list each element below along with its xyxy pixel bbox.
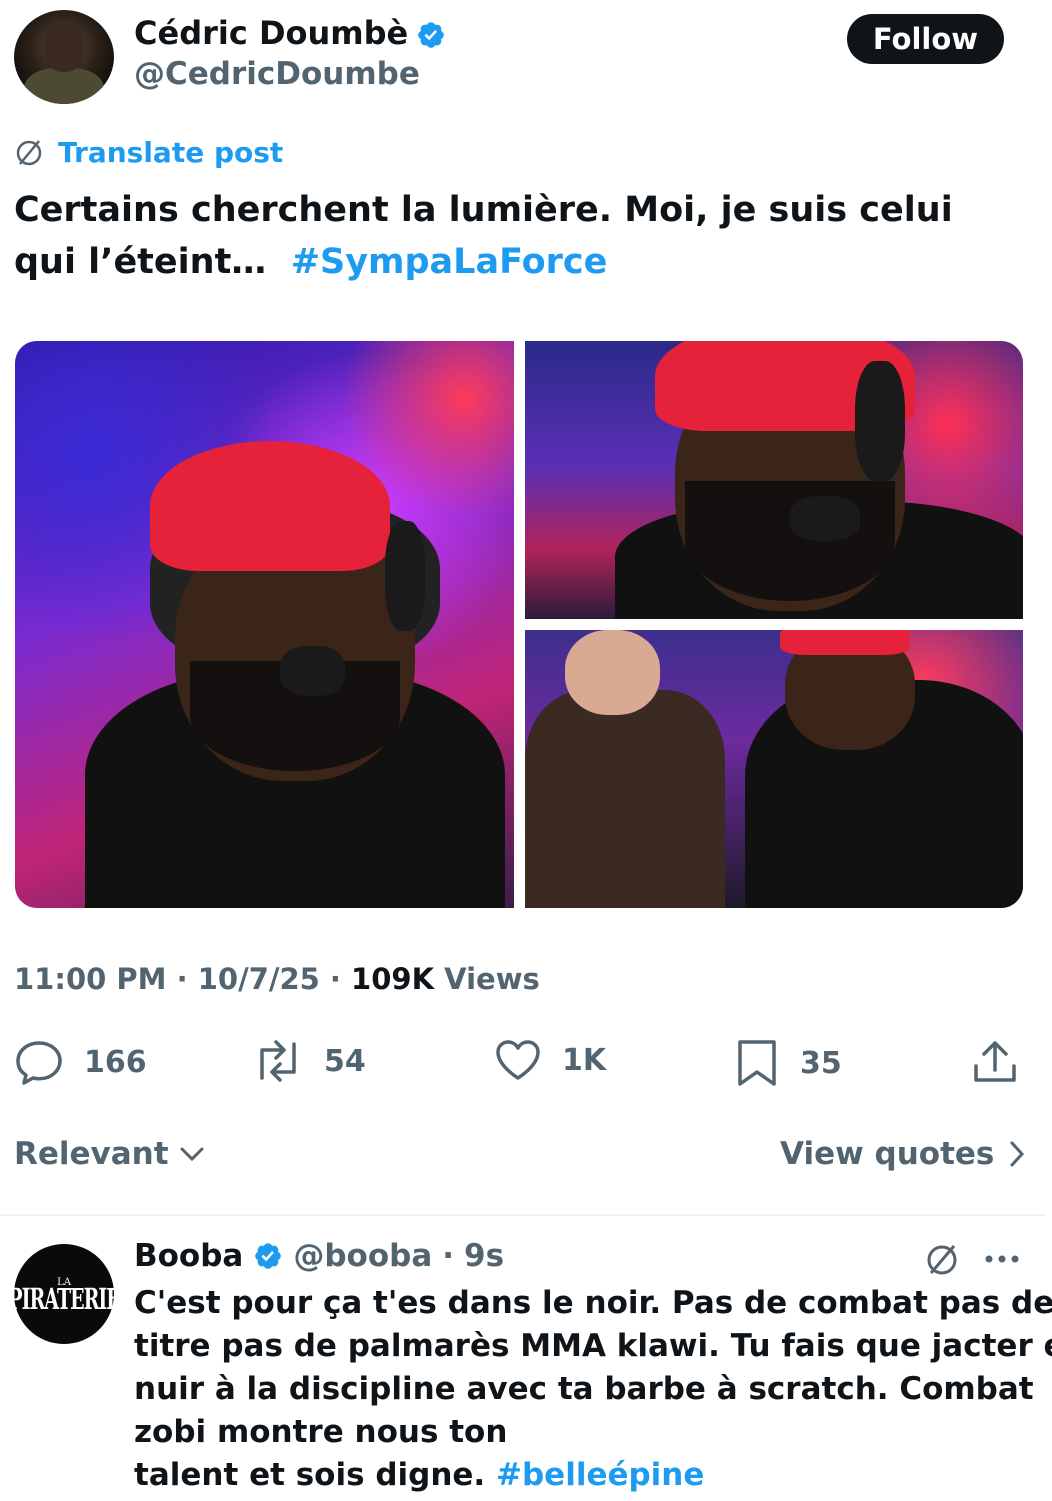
replies-sort-label[interactable]: Relevant xyxy=(14,1136,169,1172)
translate-icon xyxy=(16,139,42,165)
like-count: 1K xyxy=(562,1042,607,1078)
reply-line: talent et sois digne. xyxy=(134,1457,486,1493)
reply-hashtag-link[interactable]: #belleépine xyxy=(496,1457,704,1493)
bookmark-button[interactable]: 35 xyxy=(734,1038,842,1088)
author-avatar[interactable] xyxy=(14,10,114,104)
reply-count: 166 xyxy=(84,1044,147,1080)
repost-button[interactable]: 54 xyxy=(252,1038,366,1084)
like-button[interactable]: 1K xyxy=(494,1038,606,1082)
post-views-count: 109K xyxy=(351,962,435,996)
reply-line: C'est pour ça t'es dans le noir. Pas de … xyxy=(134,1285,1052,1321)
reply-line: zobi montre nous ton xyxy=(134,1414,508,1450)
verified-badge-icon xyxy=(255,1243,282,1269)
post-image-2[interactable] xyxy=(525,341,1023,619)
post-hashtag-link[interactable]: #SympaLaForce xyxy=(291,242,608,282)
reply-line-last: talent et sois digne. #belleépine xyxy=(134,1454,1024,1497)
post-date[interactable]: 10/7/25 xyxy=(198,962,320,996)
repost-icon xyxy=(260,1040,296,1082)
divider xyxy=(0,1214,1046,1216)
reply-header: Booba @booba · 9s xyxy=(134,1238,504,1274)
follow-button[interactable]: Follow xyxy=(847,14,1004,64)
reply-dot: · xyxy=(442,1238,455,1274)
author-name-text[interactable]: Cédric Doumbè xyxy=(134,14,408,52)
reply-time[interactable]: 9s xyxy=(464,1238,504,1274)
bookmark-icon xyxy=(738,1040,776,1086)
reply-text: C'est pour ça t'es dans le noir. Pas de … xyxy=(134,1282,1052,1497)
translate-icon[interactable] xyxy=(924,1242,960,1278)
post-views-label: Views xyxy=(444,962,540,996)
translate-post-label[interactable]: Translate post xyxy=(58,136,283,169)
reply-line: titre pas de palmarès MMA klawi. Tu fais… xyxy=(134,1328,1052,1364)
reply-author-handle[interactable]: @booba xyxy=(293,1238,432,1274)
author-name[interactable]: Cédric Doumbè xyxy=(134,14,446,52)
replies-sort-dropdown[interactable]: Relevant xyxy=(14,1136,205,1172)
bookmark-count: 35 xyxy=(800,1045,842,1081)
post-image-1[interactable] xyxy=(15,341,514,908)
reply-button[interactable]: 166 xyxy=(14,1038,147,1086)
reply-line: nuir à la discipline avec ta barbe à scr… xyxy=(134,1371,1034,1407)
view-quotes-link[interactable]: View quotes xyxy=(780,1136,1026,1172)
post-text: Certains cherchent la lumière. Moi, je s… xyxy=(14,184,1014,288)
author-handle[interactable]: @CedricDoumbe xyxy=(134,56,420,92)
more-options-icon[interactable] xyxy=(984,1252,1020,1266)
share-button[interactable] xyxy=(970,1038,1020,1086)
share-icon xyxy=(974,1041,1016,1082)
post-time[interactable]: 11:00 PM xyxy=(14,962,167,996)
verified-badge-icon xyxy=(418,22,445,48)
heart-icon xyxy=(496,1040,540,1080)
post-image-3[interactable] xyxy=(525,630,1023,908)
chevron-down-icon xyxy=(180,1147,204,1162)
view-quotes-label[interactable]: View quotes xyxy=(780,1136,994,1172)
reply-avatar[interactable]: LA PIRATERIE xyxy=(8,1244,121,1344)
reply-icon xyxy=(16,1041,62,1085)
reply-author-name[interactable]: Booba xyxy=(134,1238,243,1274)
reply-avatar-logo-text: PIRATERIE xyxy=(8,1283,120,1317)
chevron-right-icon xyxy=(1010,1141,1025,1167)
repost-count: 54 xyxy=(324,1043,366,1079)
post-meta: 11:00 PM · 10/7/25 · 109K Views xyxy=(14,962,540,996)
translate-post-link[interactable]: Translate post xyxy=(14,136,283,169)
